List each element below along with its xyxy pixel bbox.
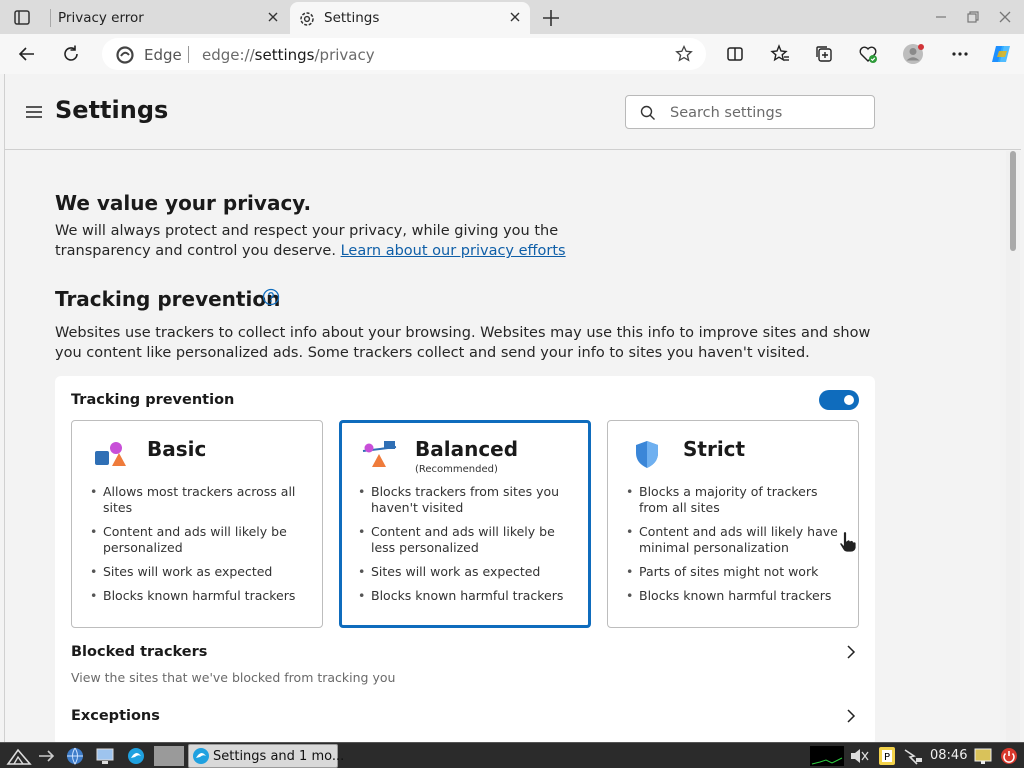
exceptions-title[interactable]: Exceptions	[71, 708, 160, 724]
desktop-icon[interactable]	[94, 746, 116, 766]
more-options-icon[interactable]	[949, 43, 971, 65]
scrollbar[interactable]	[1006, 151, 1020, 742]
search-settings-box[interactable]	[625, 95, 875, 129]
taskbar-blank-slot[interactable]	[154, 746, 184, 766]
chevron-right-icon[interactable]	[845, 708, 857, 728]
search-input[interactable]	[670, 102, 866, 124]
address-bar[interactable]: Edge edge://settings/privacy	[102, 38, 706, 70]
page-title: Settings	[55, 96, 169, 124]
list-item: Content and ads will likely have minimal…	[626, 524, 849, 556]
edge-taskbar-icon[interactable]	[125, 746, 147, 766]
list-item: Sites will work as expected	[358, 564, 581, 580]
privacy-description: We will always protect and respect your …	[55, 221, 575, 261]
list-item: Blocks a majority of trackers from all s…	[626, 484, 849, 516]
navigation-bar: Edge edge://settings/privacy	[0, 34, 1024, 74]
basic-shapes-icon	[92, 439, 130, 473]
new-tab-icon[interactable]	[540, 7, 562, 29]
list-item: Blocks known harmful trackers	[90, 588, 313, 604]
list-item: Blocks known harmful trackers	[358, 588, 581, 604]
settings-page: Settings We value your privacy. We will …	[4, 74, 1021, 746]
svg-text:P: P	[884, 752, 890, 763]
option-title: Basic	[147, 437, 207, 461]
taskbar-app-label: Settings and 1 mo...	[213, 749, 345, 764]
shield-icon	[634, 439, 660, 473]
chevron-right-icon[interactable]	[845, 644, 857, 664]
tab-settings[interactable]: Settings	[290, 2, 530, 34]
tab-label: Privacy error	[58, 10, 144, 26]
option-bullets: Allows most trackers across all sites Co…	[90, 484, 313, 612]
list-item: Sites will work as expected	[90, 564, 313, 580]
privacy-heading: We value your privacy.	[55, 191, 312, 215]
edge-app-icon	[192, 747, 210, 768]
display-icon[interactable]	[972, 746, 994, 766]
gear-icon	[298, 10, 316, 32]
scrollbar-thumb[interactable]	[1010, 151, 1016, 251]
favorites-icon[interactable]	[769, 43, 791, 65]
split-screen-icon[interactable]	[724, 43, 746, 65]
back-icon[interactable]	[16, 43, 38, 65]
refresh-icon[interactable]	[60, 43, 82, 65]
profile-avatar[interactable]	[902, 43, 924, 65]
tracking-description: Websites use trackers to collect info ab…	[55, 325, 871, 361]
tab-privacy-error[interactable]: Privacy error	[50, 2, 288, 34]
help-icon[interactable]	[262, 288, 280, 310]
list-item: Blocks trackers from sites you haven't v…	[358, 484, 581, 516]
tab-label: Settings	[324, 10, 380, 26]
settings-header: Settings	[5, 74, 1021, 150]
tracking-prevention-heading: Tracking prevention	[55, 287, 281, 311]
network-icon[interactable]	[902, 746, 924, 766]
minimize-icon[interactable]	[932, 8, 950, 26]
address-url[interactable]: edge://settings/privacy	[202, 46, 375, 64]
close-icon[interactable]	[508, 10, 522, 24]
option-bullets: Blocks trackers from sites you haven't v…	[358, 484, 581, 612]
system-monitor-icon	[810, 746, 844, 766]
start-menu-icon[interactable]	[6, 746, 32, 766]
balanced-scale-icon	[360, 439, 400, 475]
browser-essentials-icon[interactable]	[857, 43, 879, 65]
tracking-prevention-card: Tracking prevention Basic Allows most tr…	[55, 376, 875, 746]
os-taskbar: Settings and 1 mo... P 08:46	[0, 742, 1024, 768]
restore-icon[interactable]	[964, 8, 982, 26]
blocked-trackers-description: View the sites that we've blocked from t…	[71, 670, 396, 685]
tracking-toggle[interactable]	[819, 390, 859, 410]
list-item: Allows most trackers across all sites	[90, 484, 313, 516]
collections-icon[interactable]	[813, 43, 835, 65]
tab-actions-icon[interactable]	[10, 7, 34, 29]
toggle-knob	[844, 395, 854, 405]
edge-logo-icon	[116, 46, 134, 68]
arrow-icon[interactable]	[36, 746, 58, 766]
taskbar-app-button[interactable]: Settings and 1 mo...	[188, 744, 344, 768]
favorite-star-icon[interactable]	[674, 44, 694, 68]
globe-icon[interactable]	[64, 746, 86, 766]
option-bullets: Blocks a majority of trackers from all s…	[626, 484, 849, 612]
close-window-icon[interactable]	[996, 8, 1014, 26]
search-icon	[640, 105, 656, 125]
option-title: Strict	[683, 437, 746, 461]
address-brand: Edge	[144, 46, 182, 64]
list-item: Parts of sites might not work	[626, 564, 849, 580]
copilot-icon[interactable]	[990, 43, 1012, 65]
volume-icon[interactable]	[848, 746, 870, 766]
option-strict[interactable]: Strict Blocks a majority of trackers fro…	[607, 420, 859, 628]
option-balanced[interactable]: Balanced (Recommended) Blocks trackers f…	[339, 420, 591, 628]
option-title: Balanced	[415, 437, 519, 461]
list-item: Blocks known harmful trackers	[626, 588, 849, 604]
address-divider	[188, 46, 189, 63]
hand-cursor-icon	[838, 530, 858, 558]
privacy-learn-link[interactable]: Learn about our privacy efforts	[341, 243, 566, 259]
power-icon[interactable]	[998, 746, 1020, 766]
menu-icon[interactable]	[25, 104, 43, 123]
list-item: Content and ads will likely be personali…	[90, 524, 313, 556]
option-basic[interactable]: Basic Allows most trackers across all si…	[71, 420, 323, 628]
close-icon[interactable]	[266, 10, 280, 24]
list-item: Content and ads will likely be less pers…	[358, 524, 581, 556]
taskbar-clock: 08:46	[930, 748, 968, 763]
card-title: Tracking prevention	[71, 392, 235, 408]
blocked-trackers-title[interactable]: Blocked trackers	[71, 644, 207, 660]
option-subtitle: (Recommended)	[415, 464, 498, 475]
clipboard-icon[interactable]: P	[876, 746, 898, 766]
tab-strip: Privacy error Settings	[0, 0, 1024, 34]
